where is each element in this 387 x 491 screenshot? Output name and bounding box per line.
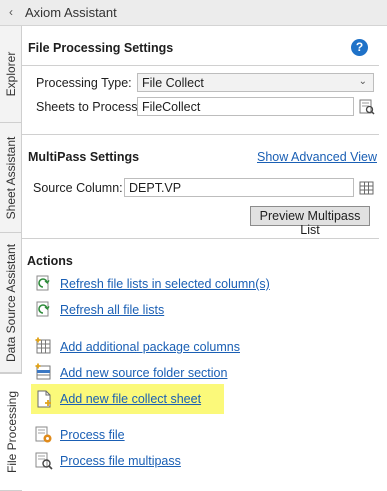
- chevron-down-icon: ⌄: [358, 76, 367, 87]
- processing-type-value: File Collect: [142, 76, 204, 90]
- refresh-file-lists-selected-link[interactable]: Refresh file lists in selected column(s): [60, 277, 270, 291]
- tab-file-processing[interactable]: File Processing: [0, 373, 23, 491]
- tab-explorer-label: Explorer: [4, 51, 18, 97]
- tab-data-source-assistant-label: Data Source Assistant: [4, 243, 18, 362]
- preview-multipass-list-button[interactable]: Preview Multipass List: [250, 206, 370, 237]
- actions-title: Actions: [27, 254, 73, 268]
- refresh-icon: [36, 275, 50, 291]
- add-new-file-collect-sheet-link[interactable]: Add new file collect sheet: [60, 392, 201, 406]
- source-column-value: DEPT.VP: [129, 181, 182, 195]
- processing-type-select[interactable]: File Collect ⌄: [137, 73, 374, 92]
- tab-explorer[interactable]: Explorer: [0, 26, 22, 123]
- divider: [22, 238, 379, 239]
- vertical-tab-strip: Explorer Sheet Assistant Data Source Ass…: [0, 26, 23, 491]
- divider: [22, 134, 379, 135]
- sheets-to-process-input[interactable]: FileCollect: [137, 97, 354, 116]
- process-icon: [35, 426, 52, 443]
- column-picker-icon[interactable]: [359, 180, 375, 196]
- collapse-icon[interactable]: ‹: [3, 3, 19, 21]
- tab-data-source-assistant[interactable]: Data Source Assistant: [0, 233, 22, 373]
- refresh-all-file-lists-link[interactable]: Refresh all file lists: [60, 303, 164, 317]
- process-file-link[interactable]: Process file: [60, 428, 125, 442]
- source-column-label: Source Column:: [33, 181, 123, 195]
- sheets-to-process-value: FileCollect: [142, 100, 201, 114]
- process-multipass-icon: [35, 452, 53, 470]
- multipass-settings-title: MultiPass Settings: [28, 150, 140, 164]
- source-column-input[interactable]: DEPT.VP: [124, 178, 354, 197]
- assistant-titlebar: ‹ Axiom Assistant: [0, 0, 387, 26]
- file-processing-settings-title: File Processing Settings: [28, 41, 174, 55]
- help-icon[interactable]: ?: [351, 39, 368, 56]
- processing-type-label: Processing Type:: [36, 76, 132, 90]
- tab-sheet-assistant[interactable]: Sheet Assistant: [0, 123, 22, 233]
- panel-title: Axiom Assistant: [25, 5, 117, 20]
- tab-file-processing-label: File Processing: [4, 390, 19, 474]
- new-sheet-icon: [37, 390, 51, 408]
- refresh-icon: [36, 301, 50, 317]
- file-processing-panel: File Processing Settings ? Processing Ty…: [22, 26, 387, 491]
- divider: [22, 65, 379, 66]
- sheets-to-process-label: Sheets to Process:: [36, 100, 141, 114]
- process-file-multipass-link[interactable]: Process file multipass: [60, 454, 181, 468]
- add-additional-package-columns-link[interactable]: Add additional package columns: [60, 340, 240, 354]
- add-new-source-folder-section-link[interactable]: Add new source folder section: [60, 366, 227, 380]
- sheet-picker-icon[interactable]: [359, 99, 375, 115]
- show-advanced-view-link[interactable]: Show Advanced View: [257, 150, 377, 164]
- add-columns-icon: [35, 337, 51, 354]
- tab-sheet-assistant-label: Sheet Assistant: [4, 136, 18, 219]
- add-section-icon: [35, 363, 51, 380]
